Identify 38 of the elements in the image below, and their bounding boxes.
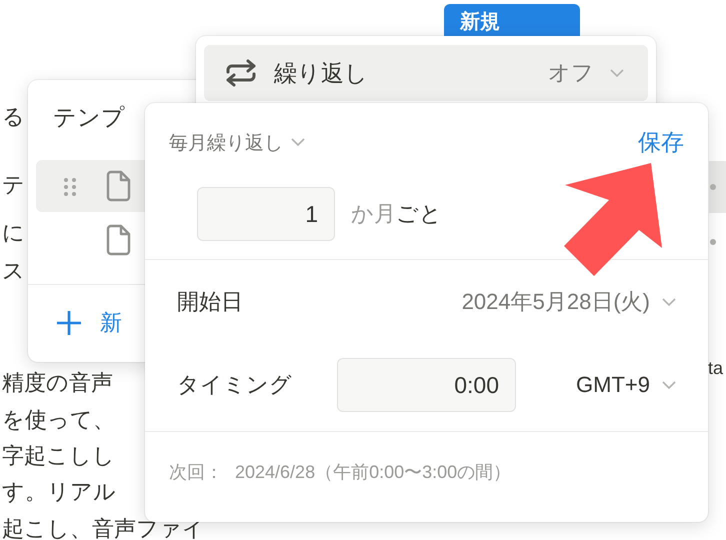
drag-handle-icon[interactable]: [63, 177, 77, 197]
menu-title: テンプ: [53, 103, 125, 132]
timezone-dropdown[interactable]: GMT+9: [576, 372, 676, 398]
chevron-down-icon: [662, 298, 676, 306]
body-text: る: [2, 103, 25, 131]
document-icon: [106, 224, 132, 256]
interval-field[interactable]: 1: [197, 187, 335, 241]
timing-label: タイミング: [177, 371, 293, 399]
start-date-dropdown[interactable]: 2024年5月28日(火): [462, 287, 676, 317]
plus-icon: [56, 310, 82, 336]
body-text: テ: [2, 171, 25, 199]
document-icon: [106, 170, 132, 202]
body-text: に: [2, 219, 25, 247]
body-text: を使って、: [2, 406, 115, 434]
dot-icon: [710, 184, 716, 190]
body-text: ta: [708, 358, 724, 379]
chevron-down-icon: [610, 68, 624, 78]
start-date-label: 開始日: [177, 288, 243, 316]
suffix-label: ごと: [396, 200, 442, 228]
repeat-value: オフ: [548, 59, 594, 87]
frequency-dropdown[interactable]: 毎月繰り返し: [169, 130, 305, 156]
list-row[interactable]: [709, 161, 726, 213]
save-button[interactable]: 保存: [638, 127, 684, 158]
body-text: ス: [2, 257, 25, 285]
body-text: 精度の音声: [2, 369, 113, 397]
chevron-down-icon: [662, 380, 676, 390]
chevron-down-icon: [291, 138, 305, 147]
dot-icon: [710, 239, 716, 245]
repeat-label: 繰り返し: [274, 58, 369, 88]
new-template-link[interactable]: 新: [100, 308, 122, 338]
repeat-icon: [224, 58, 258, 88]
next-run-label: 次回：: [169, 461, 223, 484]
next-run-value: 2024/6/28（午前0:00〜3:00の間）: [235, 461, 512, 484]
body-text: 字起こしし: [2, 442, 115, 470]
body-text: す。リアル: [2, 478, 116, 506]
unit-label: か月: [351, 200, 396, 228]
time-field[interactable]: 0:00: [337, 358, 516, 412]
repeat-option[interactable]: 繰り返し オフ: [204, 45, 648, 101]
